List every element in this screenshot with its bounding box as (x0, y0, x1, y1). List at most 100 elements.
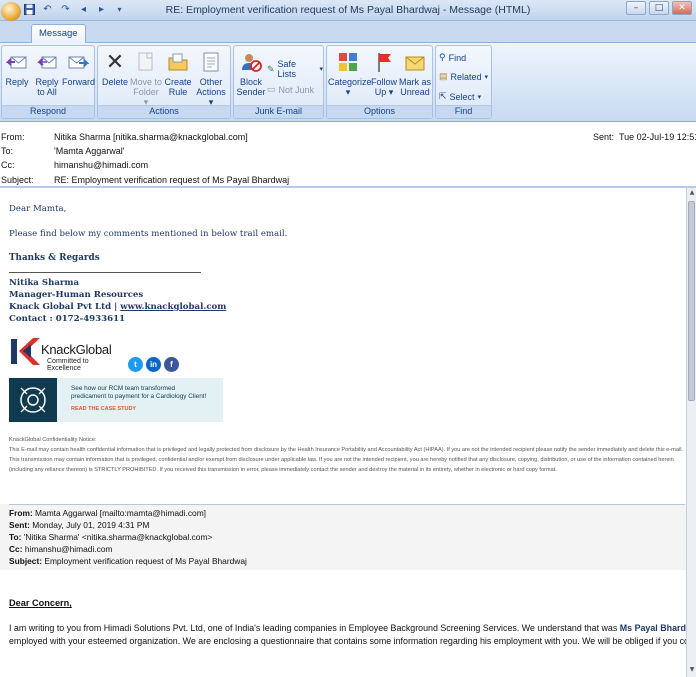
forward-icon (66, 50, 90, 74)
to-value[interactable]: 'Mamta Aggarwal' (54, 146, 124, 156)
block-sender-button[interactable]: Block Sender (236, 50, 266, 97)
other-actions-button[interactable]: Other Actions ▾ (194, 50, 228, 107)
scroll-up-icon[interactable]: ▲ (688, 189, 696, 199)
subject-label: Subject: (1, 175, 34, 185)
create-rule-button[interactable]: Create Rule (164, 50, 192, 97)
categorize-icon (336, 50, 360, 74)
cc-label: Cc: (1, 160, 15, 170)
subject-value: RE: Employment verification request of M… (54, 175, 290, 185)
original-salutation: Dear Concern, (9, 598, 72, 608)
reply-icon (5, 50, 29, 74)
linkedin-icon[interactable]: in (146, 357, 161, 372)
tab-message[interactable]: Message (31, 24, 86, 44)
related-icon: ▤ (439, 71, 448, 81)
message-body: Dear Mamta, Please find below my comment… (0, 188, 686, 677)
other-actions-icon (199, 50, 223, 74)
move-to-folder-icon (134, 50, 158, 74)
from-value[interactable]: Nitika Sharma [nitika.sharma@knackglobal… (54, 132, 248, 142)
signature-company-line: Knack Global Pvt Ltd | www.knackglobal.c… (9, 302, 227, 312)
sent-value: Tue 02-Jul-19 12:51 PM (619, 132, 696, 142)
rcm-illustration-icon (9, 378, 57, 422)
reply-all-button[interactable]: Reply to All (33, 50, 61, 97)
create-rule-icon (166, 50, 190, 74)
signature-divider (9, 272, 201, 273)
ribbon-tab-row: Message (0, 2, 696, 44)
knackglobal-logo[interactable]: KnackGlobal Committed to Excellence (9, 332, 124, 372)
find-group-label: Find (436, 105, 491, 118)
to-label: To: (1, 146, 14, 156)
logo-tagline: Committed to Excellence (47, 358, 89, 372)
minimize-button[interactable]: – (626, 1, 646, 15)
respond-group-label: Respond (2, 105, 94, 118)
signature-contact: Contact : 0172-4933611 (9, 314, 126, 324)
forwarded-message-header: From: Mamta Aggarwal [mailto:mamta@himad… (0, 504, 686, 570)
outlook-message-window: ↶ ↷ ◂ ▸ ▾ RE: Employment verification re… (0, 0, 696, 677)
greeting: Dear Mamta, (9, 204, 67, 214)
mark-unread-icon (403, 50, 427, 74)
knackglobal-logo-mark (11, 338, 40, 365)
fwd-from-row: From: Mamta Aggarwal [mailto:mamta@himad… (9, 508, 206, 518)
office-button[interactable] (1, 2, 21, 21)
confidentiality-notice: KnackGlobal Confidentiality Notice: This… (9, 435, 685, 475)
safe-lists-button[interactable]: ✎ Safe Lists ▾ (267, 59, 323, 79)
facebook-icon[interactable]: f (164, 357, 179, 372)
find-button[interactable]: ⚲ Find (439, 52, 466, 63)
mark-as-unread-button[interactable]: Mark as Unread (399, 50, 431, 97)
case-study-banner[interactable]: See how our RCM team transformed predicam… (9, 378, 223, 422)
reply-all-icon (35, 50, 59, 74)
safe-lists-icon: ✎ (267, 63, 275, 74)
sent-label: Sent: (593, 132, 615, 142)
logo-name: KnackGlobal (41, 342, 112, 357)
junk-email-group: BlockSender ✎Safe Lists▾ ▭Not Junk ⬊ Jun… (233, 45, 324, 119)
cc-value[interactable]: himanshu@himadi.com (54, 160, 148, 170)
not-junk-button[interactable]: ▭ Not Junk (267, 84, 314, 95)
scrollbar-thumb[interactable] (688, 201, 695, 401)
message-header: From: Nitika Sharma [nitika.sharma@knack… (0, 122, 696, 188)
body-line: Please find below my comments mentioned … (9, 229, 288, 239)
move-to-folder-button[interactable]: Move to Folder ▾ (130, 50, 162, 107)
company-website-link[interactable]: www.knackglobal.com (120, 302, 226, 312)
signature-company: Knack Global Pvt Ltd (9, 302, 112, 312)
candidate-name: Ms Payal Bhardwaj (619, 623, 686, 633)
delete-button[interactable]: ✕ Delete (101, 49, 129, 88)
block-sender-icon (239, 50, 263, 74)
fwd-sent-row: Sent: Monday, July 01, 2019 4:31 PM (9, 520, 150, 530)
forward-divider (9, 504, 685, 505)
options-group: Categorize▾ FollowUp ▾ Mark asUnread ⬊ O… (326, 45, 433, 119)
dropdown-arrow-icon: ▾ (319, 66, 323, 73)
binoculars-icon: ⚲ (439, 52, 446, 62)
actions-group-label: Actions (98, 105, 230, 118)
related-button[interactable]: ▤ Related ▾ (439, 71, 488, 82)
close-button[interactable]: ✕ (672, 1, 692, 15)
select-button[interactable]: ⇱ Select ▾ (439, 91, 481, 102)
not-junk-icon: ▭ (267, 84, 276, 94)
follow-up-button[interactable]: Follow Up ▾ (370, 50, 398, 97)
select-cursor-icon: ⇱ (439, 91, 447, 101)
original-paragraph: I am writing to you from Himadi Solution… (9, 622, 686, 647)
junk-email-group-label: Junk E-mail (234, 105, 323, 118)
reply-button[interactable]: Reply (4, 50, 30, 87)
regards: Thanks & Regards (9, 253, 100, 263)
fwd-subject-row: Subject: Employment verification request… (9, 556, 247, 566)
ribbon: Reply Reply to All Forward Respond ✕ Dele… (0, 43, 696, 122)
find-group: ⚲ Find ▤ Related ▾ ⇱ Select ▾ Find (435, 45, 492, 119)
follow-up-flag-icon (372, 50, 396, 74)
vertical-scrollbar[interactable]: ▲ ▼ (686, 188, 696, 677)
signature-title: Manager-Human Resources (9, 290, 144, 300)
title-bar: ↶ ↷ ◂ ▸ ▾ RE: Employment verification re… (0, 0, 696, 21)
respond-group: Reply Reply to All Forward Respond (1, 45, 95, 119)
signature-name: Nitika Sharma (9, 278, 80, 288)
dropdown-arrow-icon: ▾ (477, 93, 482, 101)
maximize-button[interactable]: □ (649, 1, 669, 15)
scroll-down-icon[interactable]: ▼ (688, 666, 696, 676)
categorize-button[interactable]: Categorize ▾ (328, 50, 372, 97)
forward-button[interactable]: Forward (62, 50, 95, 87)
options-group-label: Options (327, 105, 432, 118)
read-case-study-link[interactable]: READ THE CASE STUDY (71, 406, 136, 412)
actions-group: ✕ Delete Move to Folder ▾ Create Rule Othe… (97, 45, 231, 119)
delete-icon: ✕ (105, 49, 125, 74)
fwd-cc-row: Cc: himanshu@himadi.com (9, 544, 113, 554)
twitter-icon[interactable]: t (128, 357, 143, 372)
from-label: From: (1, 132, 25, 142)
confidentiality-text: This E-mail may contain health confident… (9, 447, 683, 473)
